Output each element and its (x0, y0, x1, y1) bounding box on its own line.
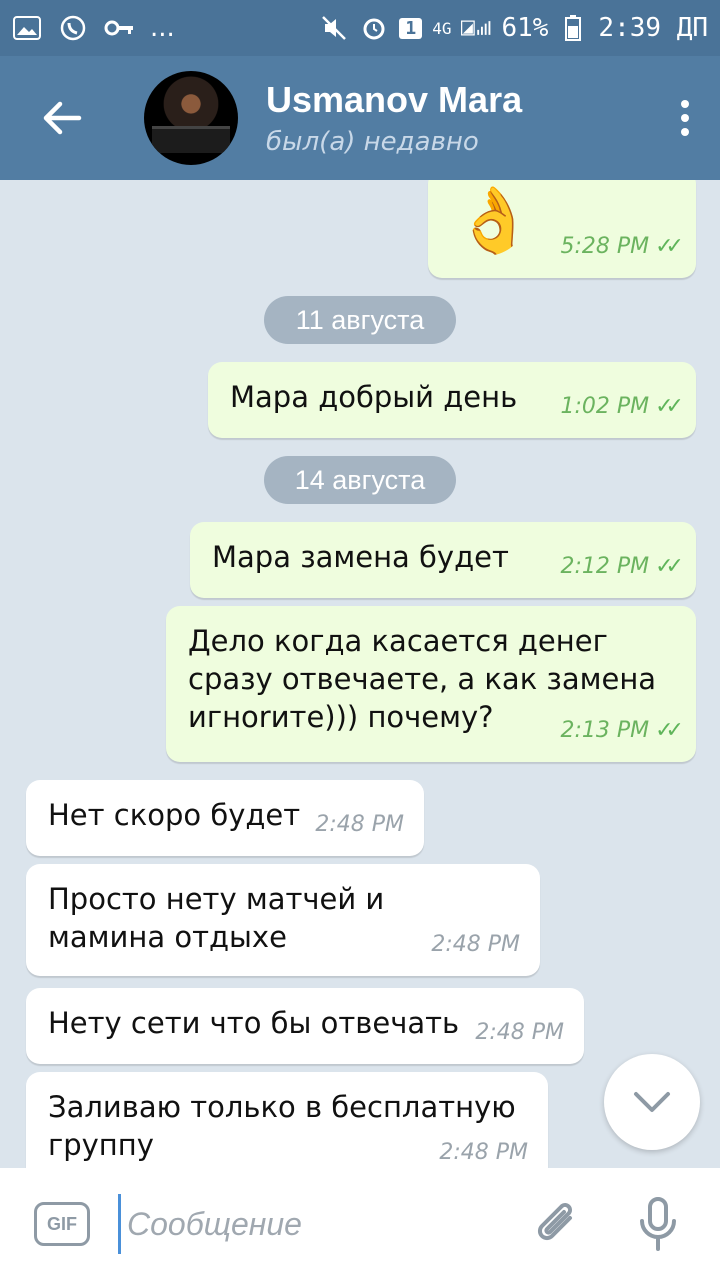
message-meta: 2:12 PM ✓✓ (560, 548, 684, 586)
message-text: Нету сети что бы отвечать (48, 1006, 460, 1040)
signal-icon (461, 13, 491, 43)
message-list[interactable]: 👌 5:28 PM ✓✓ 11 августа Мара добрый день … (0, 180, 720, 1168)
ok-hand-emoji: 👌 (454, 184, 534, 258)
network-type: 4G (432, 18, 452, 38)
double-check-icon: ✓✓ (655, 554, 684, 579)
battery-percent: 61% (501, 13, 549, 43)
message-time: 2:48 PM (315, 812, 404, 837)
more-notifications: ... (150, 13, 175, 43)
message-time: 2:48 PM (475, 1020, 564, 1045)
chat-title[interactable]: Usmanov Mara был(а) недавно (266, 79, 522, 157)
arrow-left-icon (43, 101, 82, 135)
message-time: 2:12 PM (560, 554, 650, 579)
chat-header: Usmanov Mara был(а) недавно (0, 56, 720, 180)
battery-icon (558, 13, 588, 43)
mute-icon (319, 13, 349, 43)
message-text: Нет скоро будет (48, 798, 301, 832)
whatsapp-icon (58, 13, 88, 43)
message-input[interactable] (118, 1194, 498, 1254)
more-vertical-icon (681, 100, 689, 108)
message-meta: 5:28 PM ✓✓ (560, 228, 684, 266)
scroll-down-button[interactable] (604, 1054, 700, 1150)
message-meta: 2:48 PM (475, 1014, 564, 1052)
more-menu-button[interactable] (650, 56, 720, 180)
message-text: Просто нету матчей и мамина отдыхе (48, 882, 385, 954)
gif-button[interactable]: GIF (34, 1202, 90, 1246)
microphone-icon (640, 1197, 676, 1251)
voice-record-button[interactable] (628, 1194, 688, 1254)
message-time: 2:48 PM (439, 1140, 528, 1165)
message-outgoing[interactable]: Мара добрый день 1:02 PM ✓✓ (208, 362, 696, 438)
message-time: 1:02 PM (560, 394, 650, 419)
date-separator: 11 августа (264, 296, 456, 344)
chevron-down-icon (634, 1092, 670, 1112)
message-meta: 2:48 PM (315, 806, 404, 844)
message-composer: GIF (0, 1168, 720, 1280)
message-time: 5:28 PM (560, 234, 650, 259)
alarm-icon (359, 13, 389, 43)
message-text: Мара добрый день (230, 380, 518, 414)
message-meta: 2:13 PM ✓✓ (560, 712, 684, 750)
avatar[interactable] (144, 71, 238, 165)
message-meta: 2:48 PM (439, 1134, 528, 1168)
image-icon (12, 13, 42, 43)
sim-badge: 1 (399, 17, 423, 39)
message-incoming[interactable]: Нет скоро будет 2:48 PM (26, 780, 424, 856)
message-text: Мара замена будет (212, 540, 509, 574)
message-incoming[interactable]: Заливаю только в бесплатную группу 2:48 … (26, 1072, 548, 1168)
key-icon (104, 13, 134, 43)
message-outgoing[interactable]: Мара замена будет 2:12 PM ✓✓ (190, 522, 696, 598)
message-time: 2:13 PM (560, 718, 650, 743)
double-check-icon: ✓✓ (655, 718, 684, 743)
message-outgoing[interactable]: 👌 5:28 PM ✓✓ (428, 180, 696, 278)
paperclip-icon (537, 1203, 572, 1241)
date-separator: 14 августа (264, 456, 456, 504)
message-outgoing[interactable]: Дело когда касается денег сразу отвечает… (166, 606, 696, 762)
contact-name: Usmanov Mara (266, 79, 523, 120)
double-check-icon: ✓✓ (655, 394, 684, 419)
message-incoming[interactable]: Нету сети что бы отвечать 2:48 PM (26, 988, 584, 1064)
message-time: 2:48 PM (431, 932, 520, 957)
message-meta: 2:48 PM (431, 926, 520, 964)
double-check-icon: ✓✓ (655, 234, 684, 259)
message-meta: 1:02 PM ✓✓ (560, 388, 684, 426)
clock: 2:39 ДП (598, 13, 708, 43)
message-incoming[interactable]: Просто нету матчей и мамина отдыхе 2:48 … (26, 864, 540, 976)
attach-button[interactable] (528, 1194, 588, 1254)
status-bar: ... 1 4G 61% 2:39 ДП (0, 0, 720, 56)
last-seen-status: был(а) недавно (266, 127, 479, 157)
back-button[interactable] (0, 56, 124, 180)
